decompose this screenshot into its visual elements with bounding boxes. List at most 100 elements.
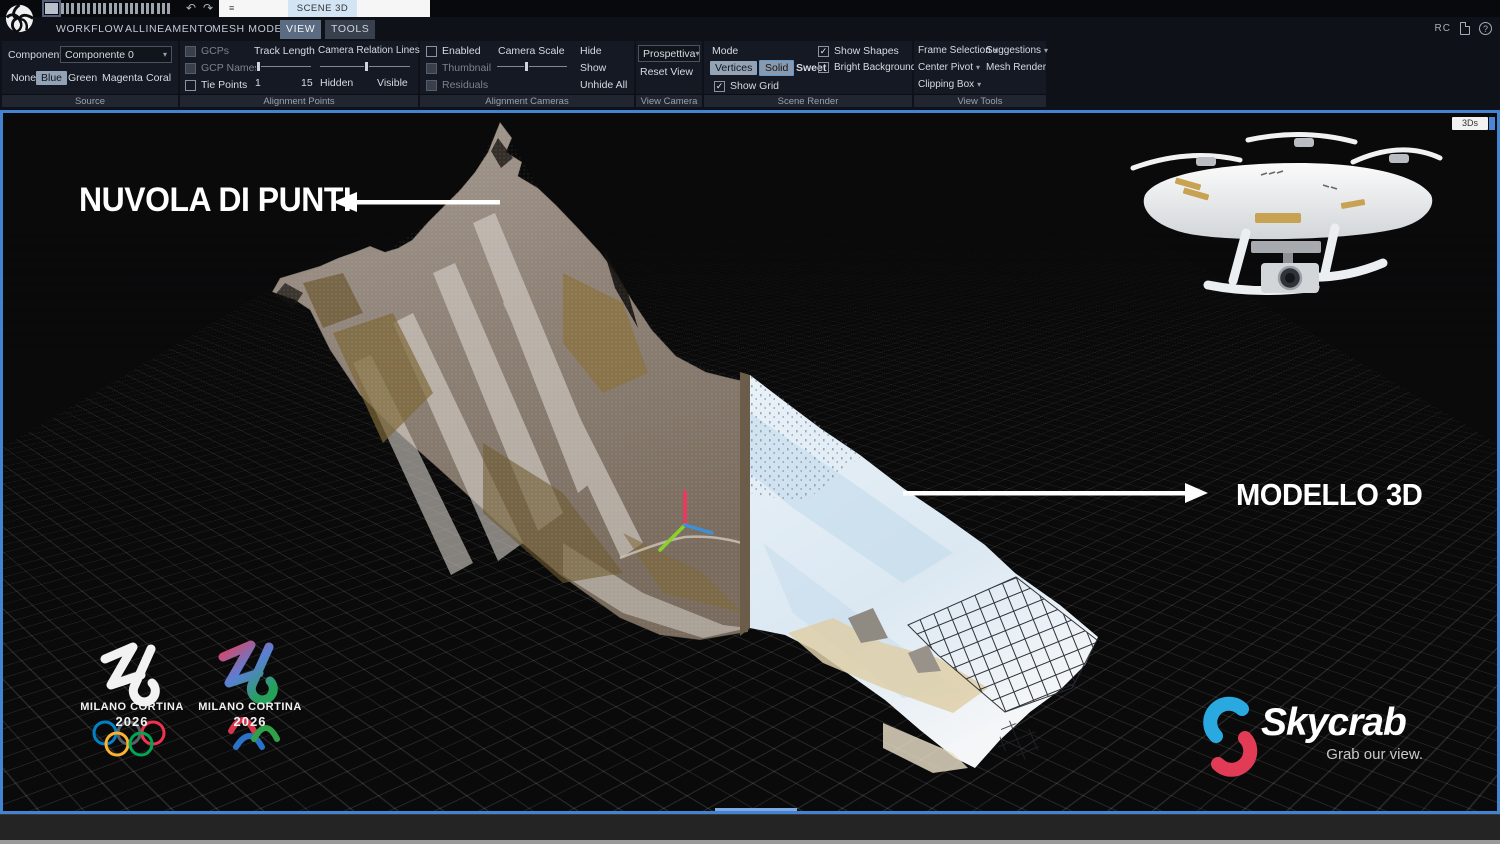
layout-single-icon[interactable] (45, 3, 58, 14)
tab-strip: ≡ SCENE 3D (219, 0, 430, 17)
section-title-source: Source (2, 94, 178, 107)
model-3d-label: MODELLO 3D (1236, 477, 1422, 513)
layout-wide-icon[interactable] (141, 3, 154, 14)
menu-bar: WORKFLOW ALLINEAMENTO MESH MODEL VIEW TO… (0, 17, 1500, 41)
chevron-down-icon: ▾ (163, 50, 167, 59)
menu-workflow[interactable]: WORKFLOW (50, 20, 130, 39)
app-chrome: ↶ ↷ ≡ SCENE 3D WORKFLOW ALLINEAMENTO MES… (0, 0, 1500, 110)
point-cloud-label: NUVOLA DI PUNTI (79, 181, 351, 220)
track-length-slider[interactable] (255, 61, 311, 72)
camera-scale-label: Camera Scale (498, 45, 565, 57)
menu-allineamento[interactable]: ALLINEAMENTO (119, 20, 219, 39)
ribbon-section-alignment-cameras: Enabled Thumbnail Residuals Camera Scale… (420, 41, 634, 107)
drone-image (1133, 134, 1440, 293)
hide-button[interactable]: Hide (580, 45, 602, 57)
ribbon-section-scene-render: Mode Vertices Solid Sweet ✓ Show Grid ✓ … (704, 41, 912, 107)
section-title-view-camera: View Camera (636, 94, 702, 107)
taskbar-edge (0, 840, 1500, 844)
relation-hidden-label: Hidden (320, 77, 353, 89)
mode-solid-button[interactable]: Solid (759, 60, 794, 76)
layout-columns-icon[interactable] (157, 3, 170, 14)
app-logo[interactable] (3, 2, 36, 35)
chevron-down-icon: ▾ (1044, 46, 1048, 55)
document-icon[interactable] (1460, 22, 1470, 35)
checkbox-icon (426, 80, 437, 91)
quick-access-menu-icon[interactable]: ≡ (229, 4, 234, 13)
chevron-down-icon: ▾ (696, 49, 700, 58)
mesh-render-button[interactable]: Mesh Render (986, 62, 1046, 73)
redo-icon[interactable]: ↷ (203, 0, 213, 16)
projection-dropdown[interactable]: Prospettiva ▾ (638, 45, 700, 62)
titlebar-right-controls: RC ? (1435, 22, 1492, 35)
viewport-border-notch (715, 808, 797, 811)
tie-points-checkbox[interactable]: Tie Points (185, 79, 247, 91)
layout-quad-icon[interactable] (125, 3, 138, 14)
relation-visible-label: Visible (377, 77, 408, 89)
gcps-checkbox[interactable]: GCPs (185, 45, 229, 57)
bright-background-checkbox[interactable]: Bright Background (818, 62, 916, 73)
skycrab-logo-icon (1210, 704, 1250, 770)
center-pivot-button[interactable]: Center Pivot▾ (918, 62, 980, 73)
checkbox-icon (185, 80, 196, 91)
track-length-label: Track Length (254, 45, 315, 57)
menu-view[interactable]: VIEW (280, 20, 321, 39)
scene-3d-viewport[interactable]: NUVOLA DI PUNTI MODELLO 3D 3Ds MILANO CO… (0, 110, 1500, 814)
suggestions-button[interactable]: Suggestions▾ (986, 45, 1048, 56)
tab-scene-3d[interactable]: SCENE 3D (288, 0, 357, 17)
show-shapes-checkbox[interactable]: ✓ Show Shapes (818, 45, 899, 57)
section-title-scene-render: Scene Render (704, 94, 912, 107)
camera-relation-slider[interactable] (320, 61, 410, 72)
show-button[interactable]: Show (580, 62, 606, 74)
ribbon-section-view-camera: Prospettiva ▾ Reset View View Camera (636, 41, 702, 107)
gcp-names-checkbox[interactable]: GCP Names (185, 62, 260, 74)
reset-view-button[interactable]: Reset View (640, 66, 693, 78)
component-dropdown[interactable]: Componente 0 ▾ (60, 46, 172, 63)
milano-cortina-name: MILANO CORTINA (76, 701, 188, 713)
section-title-alignment-cameras: Alignment Cameras (420, 94, 634, 107)
checkbox-icon (818, 62, 829, 73)
ribbon-section-source: Component Componente 0 ▾ None Blue Green… (2, 41, 178, 107)
section-title-alignment-points: Alignment Points (180, 94, 418, 107)
component-label: Component (8, 49, 62, 61)
checkbox-icon (185, 63, 196, 74)
milano-cortina-paralympic-logo (223, 645, 277, 747)
camera-scale-slider[interactable] (497, 61, 567, 72)
layout-two-pane-icon[interactable] (61, 3, 74, 14)
unhide-all-button[interactable]: Unhide All (580, 79, 627, 91)
color-coral-button[interactable]: Coral (141, 71, 176, 85)
camera-relation-lines-label: Camera Relation Lines (318, 45, 420, 56)
ribbon-section-view-tools: Frame Selection▾ Suggestions▾ Center Piv… (914, 41, 1046, 107)
track-length-max: 15 (301, 77, 313, 89)
mode-vertices-button[interactable]: Vertices (710, 61, 757, 75)
checkbox-icon (426, 63, 437, 74)
layout-toolbar (45, 3, 170, 14)
ribbon-section-alignment-points: GCPs GCP Names Tie Points Track Length 1… (180, 41, 418, 107)
layout-split-left-icon[interactable] (77, 3, 90, 14)
viewport-badge-chip (1489, 117, 1495, 130)
rc-badge: RC (1435, 23, 1451, 34)
textured-3d-model (750, 375, 1098, 773)
show-grid-checkbox[interactable]: ✓ Show Grid (714, 80, 779, 92)
skycrab-name: Skycrab (1261, 701, 1406, 745)
checkbox-icon (185, 46, 196, 57)
title-bar: ↶ ↷ ≡ SCENE 3D (0, 0, 1500, 17)
viewport-3d-badge[interactable]: 3Ds (1452, 117, 1488, 130)
checkbox-checked-icon: ✓ (818, 46, 829, 57)
layout-rows-icon[interactable] (93, 3, 106, 14)
skycrab-tagline: Grab our view. (1259, 746, 1423, 763)
undo-icon[interactable]: ↶ (186, 0, 196, 16)
chevron-down-icon: ▾ (977, 80, 981, 89)
residuals-checkbox[interactable]: Residuals (426, 79, 488, 91)
checkbox-icon (426, 46, 437, 57)
menu-tools[interactable]: TOOLS (325, 20, 375, 39)
track-length-min: 1 (255, 77, 261, 89)
help-icon[interactable]: ? (1479, 22, 1492, 35)
layout-grid-icon[interactable] (109, 3, 122, 14)
model-arrow (903, 483, 1208, 503)
clipping-box-button[interactable]: Clipping Box▾ (918, 79, 981, 90)
enabled-checkbox[interactable]: Enabled (426, 45, 481, 57)
milano-cortina-year: 2026 (194, 714, 306, 729)
thumbnail-checkbox[interactable]: Thumbnail (426, 62, 491, 74)
chevron-down-icon: ▾ (976, 63, 980, 72)
status-bar (0, 814, 1500, 840)
